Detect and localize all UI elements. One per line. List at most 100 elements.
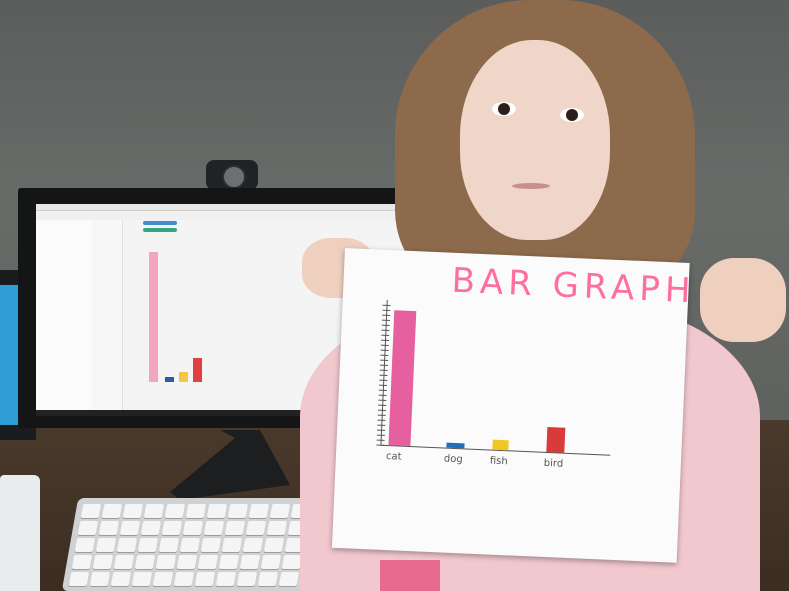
keyboard-key bbox=[80, 504, 102, 518]
screen-chart bbox=[131, 234, 221, 404]
keyboard-key bbox=[122, 504, 144, 518]
keyboard-key bbox=[92, 555, 114, 569]
y-axis-tick bbox=[378, 394, 387, 396]
category-label-bird: bird bbox=[543, 457, 564, 470]
y-axis-tick bbox=[381, 319, 390, 322]
rows-pill bbox=[143, 228, 177, 232]
left-eye bbox=[492, 102, 516, 116]
right-eye bbox=[560, 108, 584, 122]
keyboard-key bbox=[215, 572, 237, 586]
marks-shelf bbox=[92, 220, 123, 416]
category-label-fish: fish bbox=[489, 455, 508, 468]
keyboard-key bbox=[110, 572, 132, 586]
keyboard-key bbox=[221, 538, 243, 552]
y-axis-tick bbox=[382, 314, 391, 317]
app-toolbar bbox=[36, 212, 412, 220]
keyboard-key bbox=[164, 504, 186, 518]
keyboard-key bbox=[152, 572, 174, 586]
y-axis-tick bbox=[377, 424, 386, 426]
y-axis-tick bbox=[376, 444, 385, 446]
keyboard-key bbox=[227, 504, 249, 518]
y-axis-tick bbox=[380, 359, 389, 361]
y-axis-tick bbox=[376, 434, 385, 436]
y-axis bbox=[380, 299, 388, 445]
keyboard-key bbox=[176, 555, 198, 569]
keyboard-key bbox=[266, 521, 288, 535]
keyboard-key bbox=[263, 538, 285, 552]
keyboard-key bbox=[236, 572, 258, 586]
y-axis-tick bbox=[379, 369, 388, 371]
right-hand bbox=[700, 258, 786, 342]
keyboard-key bbox=[173, 572, 195, 586]
y-axis-tick bbox=[381, 324, 390, 327]
y-axis-tick bbox=[377, 414, 386, 416]
y-axis-tick bbox=[382, 309, 391, 312]
bar-cat bbox=[388, 310, 417, 447]
y-axis-tick bbox=[377, 409, 386, 411]
keyboard-key bbox=[239, 555, 261, 569]
keyboard-key bbox=[155, 555, 177, 569]
paper-sheet: BAR GRAPH cat dog fish bird bbox=[331, 248, 696, 563]
screen-bar bbox=[165, 377, 174, 382]
data-pane bbox=[36, 220, 93, 416]
keyboard-key bbox=[278, 572, 300, 586]
keyboard-key bbox=[143, 504, 165, 518]
keyboard-key bbox=[131, 572, 153, 586]
y-axis-tick bbox=[379, 364, 388, 366]
screen-bar bbox=[149, 251, 158, 382]
keyboard-key bbox=[74, 538, 96, 552]
screen-bar bbox=[179, 372, 188, 382]
keyboard-key bbox=[113, 555, 135, 569]
keyboard-key bbox=[194, 572, 216, 586]
keyboard-key bbox=[161, 521, 183, 535]
keyboard-key bbox=[140, 521, 162, 535]
webcam-lens bbox=[222, 165, 246, 189]
y-axis-tick bbox=[380, 354, 389, 356]
y-axis-tick bbox=[379, 374, 388, 376]
keyboard-key bbox=[218, 555, 240, 569]
keyboard-key bbox=[182, 521, 204, 535]
bar-fish bbox=[492, 439, 509, 451]
keyboard-key bbox=[89, 572, 111, 586]
columns-pill bbox=[143, 221, 177, 225]
keyboard-key bbox=[257, 572, 279, 586]
keyboard-key bbox=[197, 555, 219, 569]
y-axis-tick bbox=[377, 419, 386, 421]
y-axis-tick bbox=[378, 399, 387, 401]
keyboard-key bbox=[245, 521, 267, 535]
mug bbox=[0, 475, 40, 591]
keyboard-key bbox=[248, 504, 270, 518]
keyboard-key bbox=[260, 555, 282, 569]
keyboard-key bbox=[101, 504, 123, 518]
girl-pants bbox=[380, 560, 440, 591]
y-axis-tick bbox=[381, 334, 390, 337]
bar-bird bbox=[546, 426, 566, 453]
keyboard-key bbox=[185, 504, 207, 518]
keyboard-key bbox=[98, 521, 120, 535]
mouth bbox=[512, 183, 550, 189]
keyboard-key bbox=[116, 538, 138, 552]
y-axis-tick bbox=[378, 404, 387, 406]
category-label-cat: cat bbox=[385, 450, 402, 463]
app-menubar bbox=[36, 204, 412, 211]
keyboard-key bbox=[158, 538, 180, 552]
y-axis-tick bbox=[381, 329, 390, 332]
category-label-dog: dog bbox=[443, 453, 463, 466]
keyboard-key bbox=[77, 521, 99, 535]
y-axis-tick bbox=[378, 389, 387, 391]
hand-drawn-bar-graph: cat dog fish bird bbox=[365, 299, 633, 490]
keyboard-key bbox=[95, 538, 117, 552]
keyboard-key bbox=[206, 504, 228, 518]
keyboard-key bbox=[242, 538, 264, 552]
y-axis-tick bbox=[382, 304, 391, 307]
keyboard-key bbox=[203, 521, 225, 535]
y-axis-tick bbox=[380, 339, 390, 342]
y-axis-tick bbox=[379, 384, 388, 386]
keyboard-key bbox=[179, 538, 201, 552]
y-axis-tick bbox=[376, 439, 385, 441]
keyboard-key bbox=[119, 521, 141, 535]
keyboard-key bbox=[224, 521, 246, 535]
y-axis-tick bbox=[377, 429, 386, 431]
keyboard-key bbox=[200, 538, 222, 552]
screen-bar bbox=[193, 357, 202, 382]
